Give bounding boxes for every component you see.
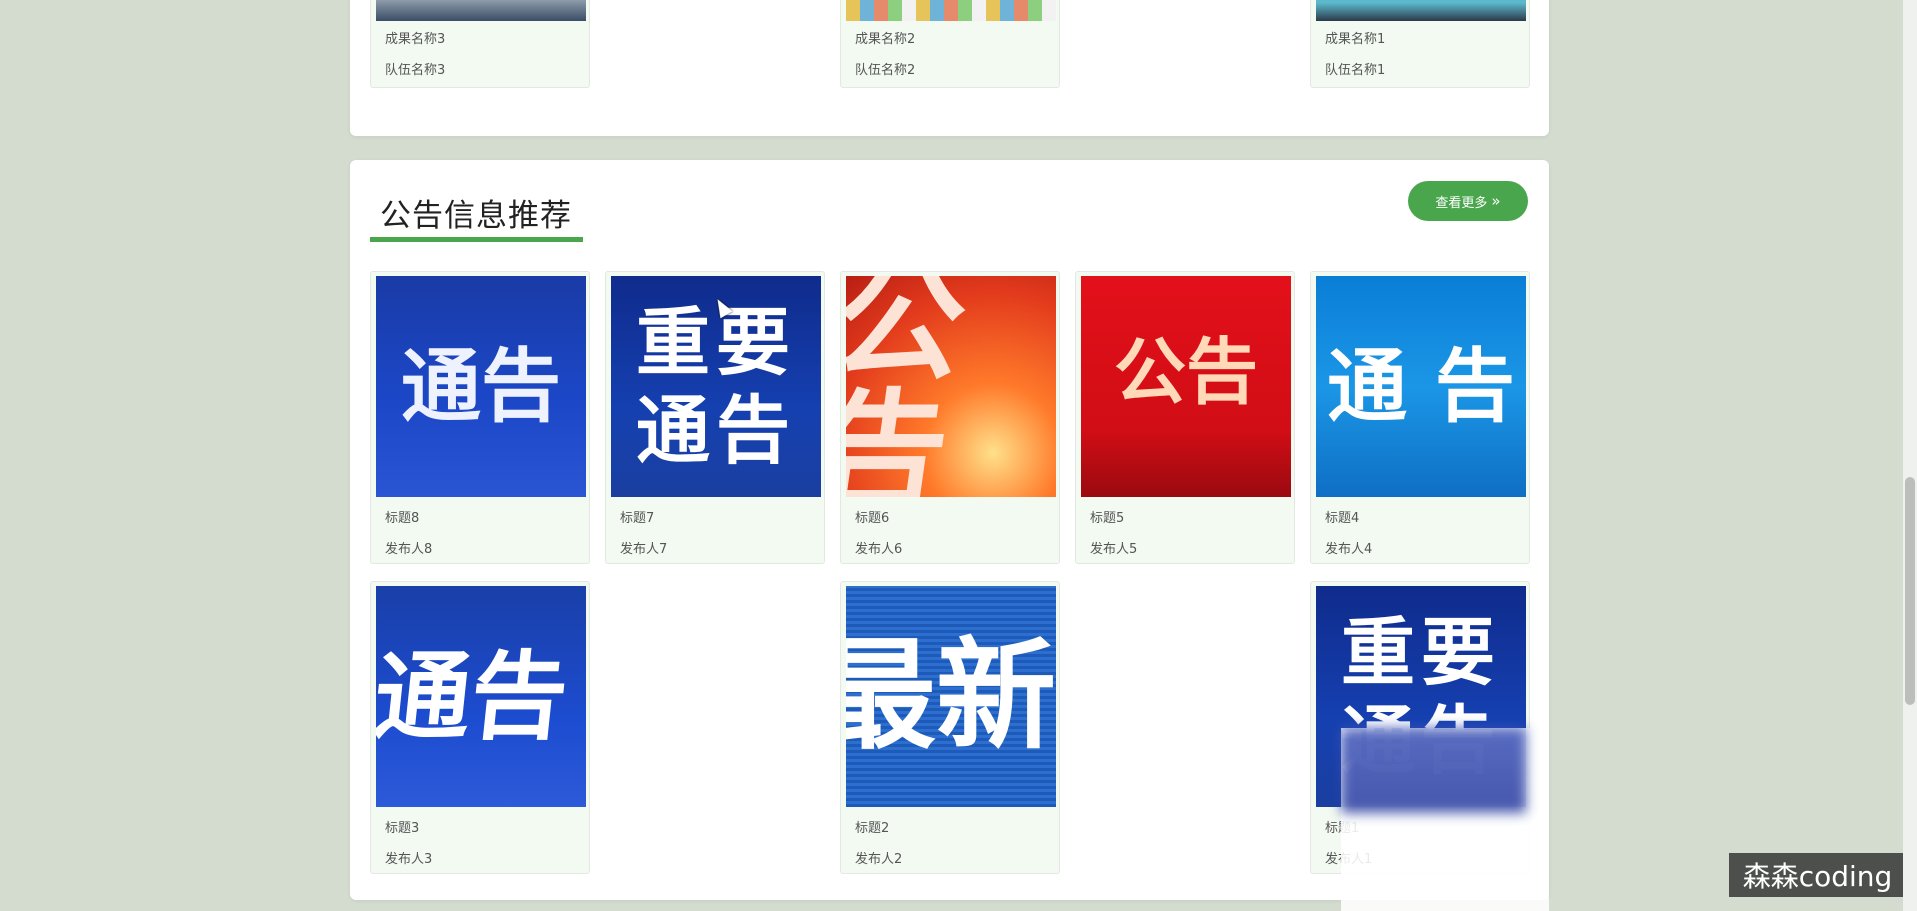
notice-title: 标题3 (385, 821, 420, 836)
notice-image-text: 重要 (636, 299, 796, 386)
notice-image-text: 公告 (846, 276, 976, 497)
achievement-card[interactable]: 成果名称2 队伍名称2 (840, 0, 1060, 88)
notice-image-text: 通告 (636, 387, 796, 474)
notice-card[interactable]: 公告 标题5 发布人5 (1075, 271, 1295, 564)
scrollbar-track[interactable] (1903, 0, 1917, 911)
view-more-label: 查看更多 (1435, 195, 1488, 211)
notice-author: 发布人5 (1090, 542, 1138, 557)
notice-image-text: 重要 (1341, 610, 1501, 696)
achievement-team: 队伍名称3 (385, 63, 446, 78)
notice-image: 公告 (1081, 276, 1291, 497)
view-more-button[interactable]: 查看更多 » (1408, 181, 1528, 221)
notice-card[interactable]: 通 告 标题4 发布人4 (1310, 271, 1530, 564)
notice-image-text: 通告 (376, 640, 573, 753)
achievement-team: 队伍名称2 (855, 63, 916, 78)
notice-image: 公告 (846, 276, 1056, 497)
scrollbar-thumb[interactable] (1905, 477, 1915, 705)
achievement-name: 成果名称2 (855, 32, 916, 47)
achievement-name: 成果名称1 (1325, 32, 1386, 47)
notice-image-text: 最新 (846, 626, 1056, 766)
achievement-image (376, 0, 586, 21)
notice-author: 发布人8 (385, 542, 433, 557)
watermark-blur (1341, 728, 1526, 813)
achievements-panel: 成果名称3 队伍名称3 成果名称2 队伍名称2 成果名称1 队伍名称1 (350, 0, 1549, 136)
notice-title: 标题8 (385, 511, 420, 526)
notice-card[interactable]: 重要 通告 标题7 发布人7 (605, 271, 825, 564)
notice-image: 通 告 (1316, 276, 1526, 497)
notice-image: 最新 (846, 586, 1056, 807)
achievement-card[interactable]: 成果名称1 队伍名称1 (1310, 0, 1530, 88)
notice-image: 通告 (376, 276, 586, 497)
notice-image-text: 通 告 (1327, 339, 1515, 433)
notice-title: 标题6 (855, 511, 890, 526)
section-title-underline (370, 237, 583, 242)
notice-card[interactable]: 公告 标题6 发布人6 (840, 271, 1060, 564)
achievement-name: 成果名称3 (385, 32, 446, 47)
achievement-card[interactable]: 成果名称3 队伍名称3 (370, 0, 590, 88)
notice-author: 发布人6 (855, 542, 903, 557)
notice-title: 标题2 (855, 821, 890, 836)
notice-image: 通告 (376, 586, 586, 807)
notice-card[interactable]: 通告 标题8 发布人8 (370, 271, 590, 564)
notice-card[interactable]: 最新 标题2 发布人2 (840, 581, 1060, 874)
notice-author: 发布人3 (385, 852, 433, 867)
notice-author: 发布人4 (1325, 542, 1373, 557)
notice-title: 标题5 (1090, 511, 1125, 526)
notice-title: 标题7 (620, 511, 655, 526)
notice-title: 标题4 (1325, 511, 1360, 526)
achievement-image (1316, 0, 1526, 21)
notice-author: 发布人2 (855, 852, 903, 867)
achievement-image (846, 0, 1056, 21)
notice-author: 发布人7 (620, 542, 668, 557)
section-title: 公告信息推荐 (380, 198, 572, 234)
notice-image-text: 公告 (1113, 329, 1258, 414)
channel-watermark: 森森coding (1729, 853, 1906, 897)
notice-image-text: 通告 (401, 339, 561, 433)
notice-card[interactable]: 通告 标题3 发布人3 (370, 581, 590, 874)
achievement-team: 队伍名称1 (1325, 63, 1386, 78)
double-chevron-right-icon: » (1491, 192, 1501, 210)
